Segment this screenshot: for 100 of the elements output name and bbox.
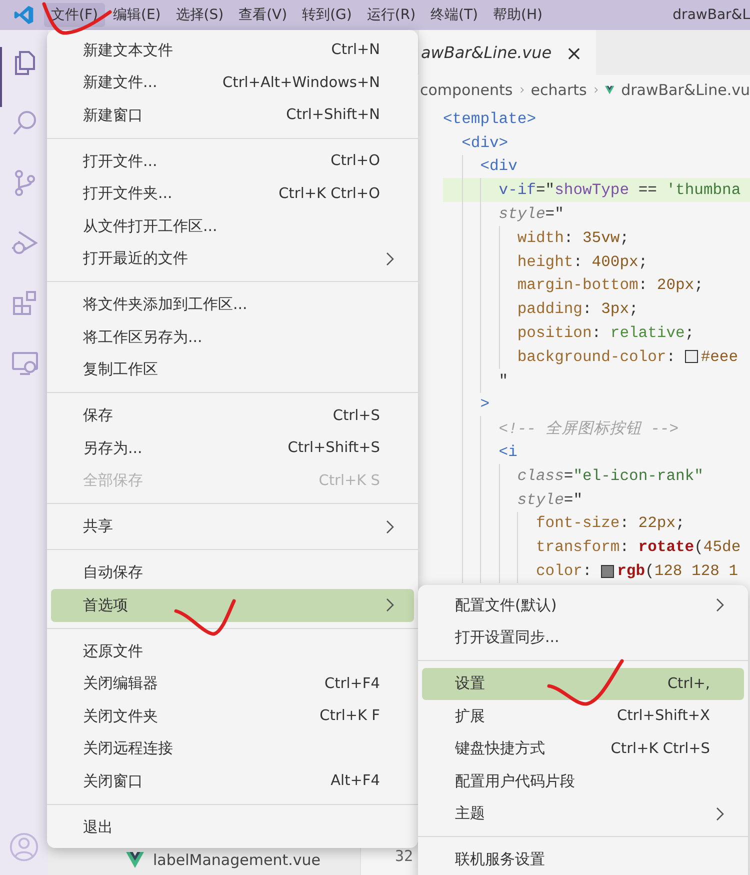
- menu-option[interactable]: 关闭窗口 Alt+F4: [51, 765, 414, 798]
- option-label: 另存为...: [83, 438, 144, 458]
- menu-option[interactable]: 还原文件: [51, 635, 414, 668]
- option-label: 配置文件(默认): [455, 596, 558, 615]
- chevron-right-icon: [386, 252, 394, 266]
- menu-option[interactable]: 将工作区另存为...: [51, 321, 414, 354]
- menu-option[interactable]: 共享: [51, 510, 414, 543]
- option-label: 关闭窗口: [83, 772, 144, 791]
- editor-tab[interactable]: awBar&Line.vue ×: [419, 30, 596, 75]
- option-label: 主题: [455, 804, 486, 824]
- menu-option[interactable]: 设置 Ctrl+,: [422, 668, 744, 700]
- code-line: margin-bottom: 20px;: [517, 276, 704, 294]
- menu-option[interactable]: 关闭文件夹 Ctrl+K F: [51, 700, 414, 732]
- menu-item[interactable]: 终端(T): [424, 3, 486, 27]
- option-label: 打开文件夹...: [83, 184, 174, 204]
- code-line: transform: rotate(45de: [536, 538, 741, 556]
- menu-item[interactable]: 帮助(H): [486, 3, 550, 27]
- menu-option[interactable]: 首选项: [51, 589, 414, 622]
- menu-item[interactable]: 编辑(E): [106, 3, 168, 27]
- code-line: class="el-icon-rank": [517, 466, 704, 485]
- menu-option[interactable]: 打开设置同步...: [422, 622, 744, 654]
- menu-option[interactable]: 新建窗口 Ctrl+Shift+N: [51, 99, 414, 132]
- chevron-right-icon: [386, 598, 394, 612]
- option-label: 新建文件...: [83, 73, 158, 92]
- option-label: 全部保存: [83, 471, 144, 490]
- shortcut-text: Ctrl+K Ctrl+O: [278, 186, 380, 202]
- line-number: 32: [394, 847, 413, 865]
- option-label: 保存: [83, 406, 114, 426]
- code-line: <div: [480, 157, 518, 176]
- shortcut-text: Ctrl+K Ctrl+S: [610, 740, 710, 757]
- menu-option[interactable]: 配置文件(默认): [422, 589, 744, 622]
- code-line: >: [480, 395, 490, 414]
- code-line: padding: 3px;: [517, 300, 638, 318]
- chevron-right-icon: [716, 598, 724, 612]
- option-label: 扩展: [455, 706, 486, 726]
- shortcut-text: Ctrl+K S: [318, 472, 380, 489]
- file-item[interactable]: labelManagement.vue: [48, 845, 360, 875]
- option-label: 联机服务设置: [455, 850, 546, 870]
- option-label: 设置: [455, 674, 486, 694]
- shortcut-text: Ctrl+Alt+Windows+N: [222, 74, 380, 91]
- extensions-icon: [11, 289, 39, 317]
- code-line: font-size: 22px;: [536, 514, 685, 532]
- app-logo-icon: [13, 4, 35, 26]
- menu-option[interactable]: 退出: [51, 811, 414, 844]
- code-line: position: relative;: [517, 324, 694, 342]
- menu-option[interactable]: 打开文件... Ctrl+O: [51, 145, 414, 178]
- option-label: 新建窗口: [83, 106, 144, 125]
- menu-option[interactable]: 联机服务设置: [422, 844, 744, 875]
- menu-option[interactable]: 关闭编辑器 Ctrl+F4: [51, 668, 414, 700]
- shortcut-text: Ctrl+Shift+S: [288, 440, 380, 456]
- option-label: 打开文件...: [83, 152, 158, 171]
- menu-option[interactable]: 关闭远程连接: [51, 732, 414, 765]
- menu-option[interactable]: 键盘快捷方式 Ctrl+K Ctrl+S: [422, 732, 744, 765]
- shortcut-text: Ctrl+Shift+X: [617, 708, 710, 724]
- code-line: <div>: [462, 134, 508, 152]
- code-line: background-color: #eee: [517, 348, 738, 366]
- menu-option[interactable]: 另存为... Ctrl+Shift+S: [51, 432, 414, 464]
- shortcut-text: Ctrl+Shift+N: [286, 107, 380, 124]
- shortcut-text: Ctrl+,: [667, 676, 710, 692]
- menu-option[interactable]: 打开最近的文件: [51, 242, 414, 275]
- close-icon[interactable]: ×: [566, 40, 582, 64]
- menu-item[interactable]: 选择(S): [168, 3, 231, 27]
- breadcrumb-item[interactable]: drawBar&Line.vu: [621, 81, 750, 99]
- menu-option[interactable]: 自动保存: [51, 556, 414, 589]
- menu-item[interactable]: 转到(G): [295, 3, 359, 27]
- chevron-right-icon: [716, 806, 724, 821]
- breadcrumb-item[interactable]: components: [420, 81, 513, 99]
- menu-item[interactable]: 查看(V): [232, 3, 294, 27]
- shortcut-text: Ctrl+N: [331, 42, 380, 58]
- shortcut-text: Ctrl+O: [330, 153, 380, 170]
- menu-option[interactable]: 将文件夹添加到工作区...: [51, 288, 414, 321]
- shortcut-text: Ctrl+F4: [324, 676, 380, 692]
- vue-file-icon: [126, 852, 144, 868]
- menu-option[interactable]: 主题: [422, 798, 744, 830]
- menu-option[interactable]: 新建文件... Ctrl+Alt+Windows+N: [51, 66, 414, 99]
- window-title: drawBar&L: [672, 7, 750, 23]
- shortcut-text: Ctrl+S: [332, 408, 380, 424]
- option-label: 打开最近的文件: [83, 249, 189, 268]
- code-line: <i: [498, 443, 518, 462]
- option-label: 新建文本文件: [83, 40, 174, 60]
- shortcut-text: Ctrl+K F: [320, 708, 380, 724]
- code-line: v-if="showType == 'thumbna: [498, 181, 741, 200]
- menu-option[interactable]: 从文件打开工作区...: [51, 210, 414, 242]
- option-label: 键盘快捷方式: [455, 739, 546, 758]
- menu-option[interactable]: 配置用户代码片段: [422, 765, 744, 798]
- account-icon[interactable]: [9, 832, 39, 862]
- option-label: 共享: [83, 517, 114, 536]
- menu-option[interactable]: 打开文件夹... Ctrl+K Ctrl+O: [51, 178, 414, 210]
- menu-option[interactable]: 保存 Ctrl+S: [51, 400, 414, 432]
- option-label: 将文件夹添加到工作区...: [83, 295, 248, 314]
- menu-option[interactable]: 扩展 Ctrl+Shift+X: [422, 700, 744, 732]
- menu-item[interactable]: 运行(R): [360, 3, 423, 27]
- breadcrumb-item[interactable]: echarts: [530, 81, 587, 99]
- option-label: 首选项: [83, 596, 129, 615]
- option-label: 关闭文件夹: [83, 706, 159, 726]
- annotation-mark: [42, 2, 112, 35]
- menu-option[interactable]: 新建文本文件 Ctrl+N: [51, 34, 414, 66]
- option-label: 关闭编辑器: [83, 674, 159, 694]
- menu-option[interactable]: 复制工作区: [51, 354, 414, 386]
- code-line: height: 400px;: [517, 252, 648, 271]
